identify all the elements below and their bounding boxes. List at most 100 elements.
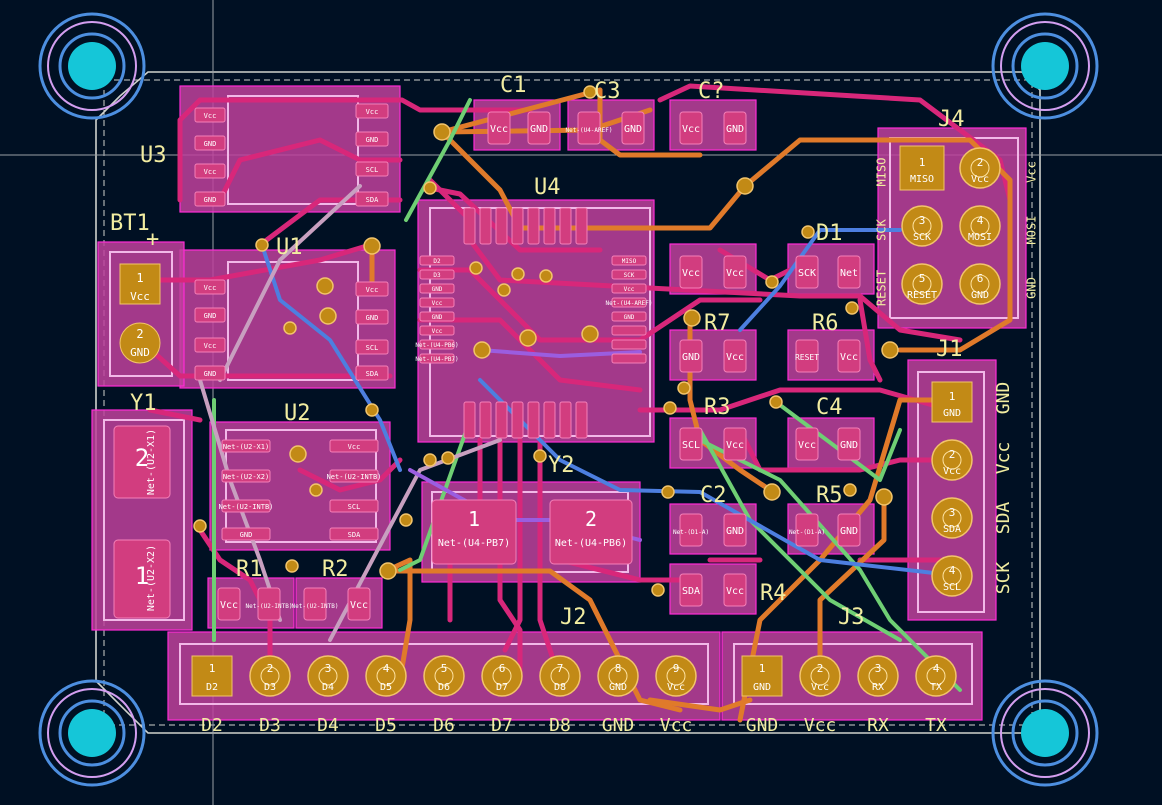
j1-pin-number: 1 — [949, 390, 956, 403]
u4-left-pin-label: Vcc — [432, 328, 443, 335]
j2-pin-number: 1 — [209, 662, 216, 675]
ref-u4: U4 — [534, 175, 561, 200]
u4-pin-top — [527, 207, 540, 245]
ref-u3: U3 — [140, 143, 167, 168]
u1-right-pin-label: SDA — [366, 370, 379, 378]
ref-c2: C2 — [700, 483, 727, 508]
u4-right-pin-label: Net-(U4-AREF) — [606, 300, 653, 307]
u2-right-pin-label: SCL — [348, 503, 361, 511]
c-top-pin1: Vcc — [682, 124, 700, 135]
r1-pin2: Net-(U2-INTB) — [246, 603, 293, 610]
ref-r4: R4 — [760, 581, 787, 606]
u4-pin-top — [495, 207, 508, 245]
j1-pin-label: SCL — [943, 582, 961, 593]
r6-pin1: RESET — [795, 353, 819, 362]
y2-pin1-number: 1 — [468, 507, 480, 531]
u4-right-pin-label: SCK — [624, 272, 635, 279]
u2-right-pin-label: SDA — [348, 531, 361, 539]
ref-y2: Y2 — [548, 453, 575, 478]
r5-pin1: Net-(D1-A) — [789, 529, 825, 536]
u3-right-pin-label: Vcc — [366, 108, 379, 116]
y1-pin2-label: Net-(U2-X1) — [146, 429, 157, 495]
u1-right-pin-label: Vcc — [366, 286, 379, 294]
j4-pin-number: 1 — [919, 156, 926, 169]
j3-edge-label: TX — [925, 715, 947, 736]
j2-pin-number: 2 — [267, 662, 274, 675]
ref-u2: U2 — [284, 401, 311, 426]
ref-c-top: C? — [698, 79, 725, 104]
j1-side-label: SCK — [993, 562, 1014, 595]
ref-u1: U1 — [276, 235, 303, 260]
c3-pin2: GND — [624, 124, 642, 135]
ref-c1: C1 — [500, 73, 527, 98]
r4-pin1: SDA — [682, 586, 700, 597]
j1-side-label: Vcc — [993, 442, 1014, 475]
j4-pin-label: MOSI — [968, 232, 992, 243]
u1-right-pin-label: GND — [366, 314, 379, 322]
ref-c4: C4 — [816, 395, 843, 420]
j2-pin-label: D8 — [554, 682, 566, 693]
c2-pin1: Net-(D1-A) — [673, 529, 709, 536]
u4-pin-bottom — [495, 401, 508, 439]
u2-left-pin-label: GND — [240, 531, 253, 539]
j1-pin-number: 4 — [949, 564, 956, 577]
r3-pin2: Vcc — [726, 440, 744, 451]
j2-edge-label: D8 — [549, 715, 571, 736]
c4-pin1: Vcc — [798, 440, 816, 451]
u3-right-pin-label: SCL — [366, 166, 379, 174]
j3-edge-label: GND — [746, 715, 779, 736]
j4-pin-number: 2 — [977, 156, 984, 169]
j3-pin-number: 2 — [817, 662, 824, 675]
j2-pin-label: D3 — [264, 682, 276, 693]
j2-pin-number: 7 — [557, 662, 564, 675]
c1-pin1: Vcc — [490, 124, 508, 135]
u4-left-pin-label: Vcc — [432, 300, 443, 307]
u3-left-pin-label: Vcc — [204, 112, 217, 120]
c3-pin1: Net-(U4-AREF) — [566, 127, 613, 134]
mounting-hole-tl — [38, 12, 146, 120]
u4-pin-right — [611, 353, 647, 364]
j2-pin-label: D6 — [438, 682, 450, 693]
j4-pin-number: 3 — [919, 214, 926, 227]
u4-pin-right — [611, 325, 647, 336]
u4-pin-bottom — [575, 401, 588, 439]
u4-pin-bottom — [527, 401, 540, 439]
j4-pin-label: SCK — [913, 232, 931, 243]
ref-j1: J1 — [936, 337, 963, 362]
u3-left-pin-label: Vcc — [204, 168, 217, 176]
r-top-pin1: Vcc — [682, 268, 700, 279]
ref-d1: D1 — [816, 221, 843, 246]
u1-left-pin-label: Vcc — [204, 284, 217, 292]
j3-pin-label: Vcc — [811, 682, 829, 693]
j3-pin-label: GND — [753, 682, 771, 693]
j2-edge-label: D2 — [201, 715, 223, 736]
c-top-pin2: GND — [726, 124, 744, 135]
j2-pin-number: 9 — [673, 662, 680, 675]
j2-pin-number: 3 — [325, 662, 332, 675]
mounting-hole-bl — [38, 679, 146, 787]
r-top-pin2: Vcc — [726, 268, 744, 279]
u3-left-pin-label: GND — [204, 196, 217, 204]
j4-pin-number: 5 — [919, 272, 926, 285]
u4-left-pin-label: Net-(U4-PB6) — [415, 342, 458, 349]
j2-pin-label: D5 — [380, 682, 392, 693]
u2-left-pin-label: Net-(U2-X2) — [223, 473, 269, 481]
j2-pin-number: 6 — [499, 662, 506, 675]
u1-right-pin-label: SCL — [366, 344, 379, 352]
u4-left-pin-label: Net-(U4-PB7) — [415, 356, 458, 363]
ref-j4: J4 — [938, 107, 965, 132]
ref-c3: C3 — [594, 79, 621, 104]
u4-left-pin-label: D3 — [433, 272, 441, 279]
j3-pin-label: RX — [872, 682, 884, 693]
j4-left-label: MISO — [875, 158, 889, 187]
c1-pin2: GND — [530, 124, 548, 135]
u3-left-pin-label: GND — [204, 140, 217, 148]
r7-pin2: Vcc — [726, 352, 744, 363]
ref-y1: Y1 — [130, 391, 157, 416]
j1-side-label: GND — [993, 382, 1014, 415]
bt1-plus: + — [146, 227, 159, 252]
bt1-pin1-number: 1 — [136, 271, 143, 285]
ref-j2: J2 — [560, 605, 587, 630]
u4-left-pin-label: D2 — [433, 258, 441, 265]
j2-pin-label: Vcc — [667, 682, 685, 693]
